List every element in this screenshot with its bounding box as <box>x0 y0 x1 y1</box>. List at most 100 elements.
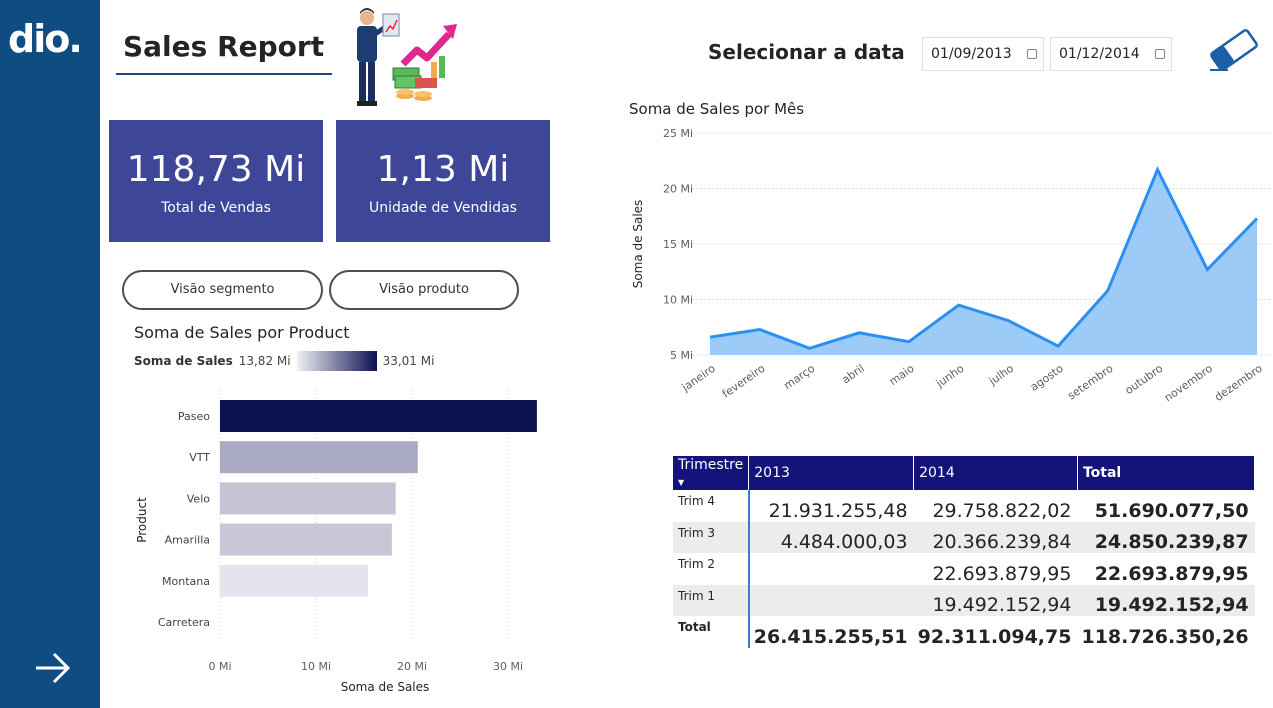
cell-2013: 4.484.000,03 <box>748 521 914 553</box>
table-row: Trim 1 19.492.152,94 19.492.152,94 <box>673 584 1255 616</box>
kpi-card-unidade-vendidas: 1,13 Mi Unidade de Vendidas <box>336 120 550 242</box>
area-y-tick: 20 Mi <box>663 183 693 196</box>
start-date-input[interactable]: 01/09/2013 <box>922 37 1044 71</box>
bar-x-tick: 0 Mi <box>208 660 231 673</box>
cell-2013: 21.931.255,48 <box>768 499 908 522</box>
cell-total: 51.690.077,50 <box>1094 499 1249 522</box>
title-underline <box>116 73 332 75</box>
bar-chart-legend: Soma de Sales 13,82 Mi 33,01 Mi <box>134 351 434 371</box>
businessman-growth-illustration <box>357 8 457 106</box>
kpi-card-total-vendas: 118,73 Mi Total de Vendas <box>109 120 323 242</box>
legend-gradient <box>296 351 377 371</box>
area-x-tick: julho <box>986 362 1016 389</box>
area-x-tick: setembro <box>1065 362 1116 403</box>
area-x-tick: outubro <box>1123 362 1166 397</box>
calendar-icon[interactable] <box>1027 49 1037 59</box>
date-filter-label: Selecionar a data <box>708 40 905 64</box>
cell-total: 24.850.239,87 <box>1077 521 1255 553</box>
area-x-tick: novembro <box>1162 362 1215 405</box>
cell-2013 <box>749 553 914 585</box>
visao-produto-button[interactable]: Visão produto <box>329 270 519 310</box>
cell-2014: 20.366.239,84 <box>913 521 1078 553</box>
bar-category-label: VTT <box>189 451 210 464</box>
row-header: Trim 3 <box>673 521 750 553</box>
area-x-tick: junho <box>933 362 967 391</box>
matrix-header-total[interactable]: Total <box>1077 456 1256 490</box>
legend-max: 33,01 Mi <box>382 354 435 368</box>
matrix-header-2013[interactable]: 2013 <box>748 456 915 490</box>
bar-y-axis-title: Product <box>135 497 149 543</box>
kpi-value: 1,13 Mi <box>376 149 510 190</box>
area-x-tick: fevereiro <box>720 362 768 401</box>
bar-chart-title: Soma de Sales por Product <box>134 323 350 342</box>
area-x-tick: dezembro <box>1212 362 1265 404</box>
cell-2013 <box>748 584 914 616</box>
cell-total: 118.726.350,26 <box>1081 625 1249 648</box>
bar-category-label: Montana <box>162 575 210 588</box>
cell-2014: 92.311.094,75 <box>917 625 1072 648</box>
bar-x-tick: 10 Mi <box>301 660 331 673</box>
area-y-tick: 10 Mi <box>663 294 693 307</box>
area-fill <box>710 169 1257 355</box>
area-x-tick: janeiro <box>679 362 718 395</box>
area-chart-title: Soma de Sales por Mês <box>629 100 805 118</box>
table-row: Trim 4 21.931.255,48 29.758.822,02 51.69… <box>673 490 1255 522</box>
bar-category-label: Amarilla <box>165 534 210 547</box>
bar-montana[interactable] <box>220 564 368 597</box>
sales-by-month-area-chart: 5 Mi 10 Mi 15 Mi 20 Mi 25 Mi janeiro fevereir… <box>631 127 1270 405</box>
row-header: Trim 1 <box>673 584 750 616</box>
area-x-tick: maio <box>887 362 917 388</box>
arrow-right-icon[interactable] <box>34 650 74 686</box>
kpi-label: Unidade de Vendidas <box>369 200 517 216</box>
table-total-row: Total 26.415.255,51 92.311.094,75 118.72… <box>673 616 1255 648</box>
sidebar: dio. <box>0 0 100 708</box>
eraser-icon[interactable] <box>1208 28 1260 72</box>
matrix-header-trimestre[interactable]: Trimestre ▼ <box>673 456 750 490</box>
matrix-header-row: Trimestre ▼ 2013 2014 Total <box>673 456 1256 490</box>
cell-total: 22.693.879,95 <box>1094 562 1249 585</box>
area-x-tick: agosto <box>1028 362 1066 394</box>
bar-vtt[interactable] <box>220 441 418 474</box>
cell-2014: 19.492.152,94 <box>913 584 1078 616</box>
end-date-value: 01/12/2014 <box>1059 46 1140 62</box>
bar-amarilla[interactable] <box>220 523 392 556</box>
cell-2014: 22.693.879,95 <box>932 562 1072 585</box>
area-y-tick: 15 Mi <box>663 238 693 251</box>
visao-segmento-button[interactable]: Visão segmento <box>122 270 323 310</box>
sort-desc-icon[interactable]: ▼ <box>678 478 684 487</box>
bar-velo[interactable] <box>220 482 396 515</box>
cell-2014: 29.758.822,02 <box>932 499 1072 522</box>
bar-category-label: Velo <box>187 492 210 505</box>
cell-2013: 26.415.255,51 <box>753 625 908 648</box>
kpi-label: Total de Vendas <box>161 200 271 216</box>
sales-by-quarter-matrix: Trimestre ▼ 2013 2014 Total Trim 4 21.93… <box>673 456 1256 648</box>
bar-x-tick: 20 Mi <box>397 660 427 673</box>
legend-min: 13,82 Mi <box>238 354 291 368</box>
kpi-value: 118,73 Mi <box>126 149 306 190</box>
row-header: Trim 2 <box>673 553 750 585</box>
start-date-value: 01/09/2013 <box>931 46 1012 62</box>
bar-category-label: Carretera <box>158 616 210 629</box>
area-x-tick: abril <box>839 362 866 387</box>
bar-category-label: Paseo <box>178 410 210 423</box>
sales-by-product-bar-chart: Paseo VTT Velo Amarilla Montana Carretera 0 M… <box>135 390 537 694</box>
dio-logo: dio. <box>8 17 83 61</box>
cell-total: 19.492.152,94 <box>1077 584 1255 616</box>
area-y-tick: 25 Mi <box>663 127 693 140</box>
area-y-tick: 5 Mi <box>670 349 693 362</box>
bar-paseo[interactable] <box>220 400 537 432</box>
bar-x-tick: 30 Mi <box>493 660 523 673</box>
table-row: Trim 2 22.693.879,95 22.693.879,95 <box>673 553 1255 585</box>
bar-x-axis-title: Soma de Sales <box>341 680 430 694</box>
end-date-input[interactable]: 01/12/2014 <box>1050 37 1172 71</box>
calendar-icon[interactable] <box>1155 49 1165 59</box>
matrix-header-2014[interactable]: 2014 <box>913 456 1078 490</box>
row-header: Trim 4 <box>673 490 750 522</box>
table-row: Trim 3 4.484.000,03 20.366.239,84 24.850… <box>673 521 1255 553</box>
page-title: Sales Report <box>123 30 325 63</box>
row-header: Total <box>673 616 750 648</box>
area-x-tick: março <box>781 362 817 393</box>
header-label: Trimestre <box>678 457 744 473</box>
legend-label: Soma de Sales <box>134 354 233 368</box>
area-y-axis-title: Soma de Sales <box>631 200 645 289</box>
